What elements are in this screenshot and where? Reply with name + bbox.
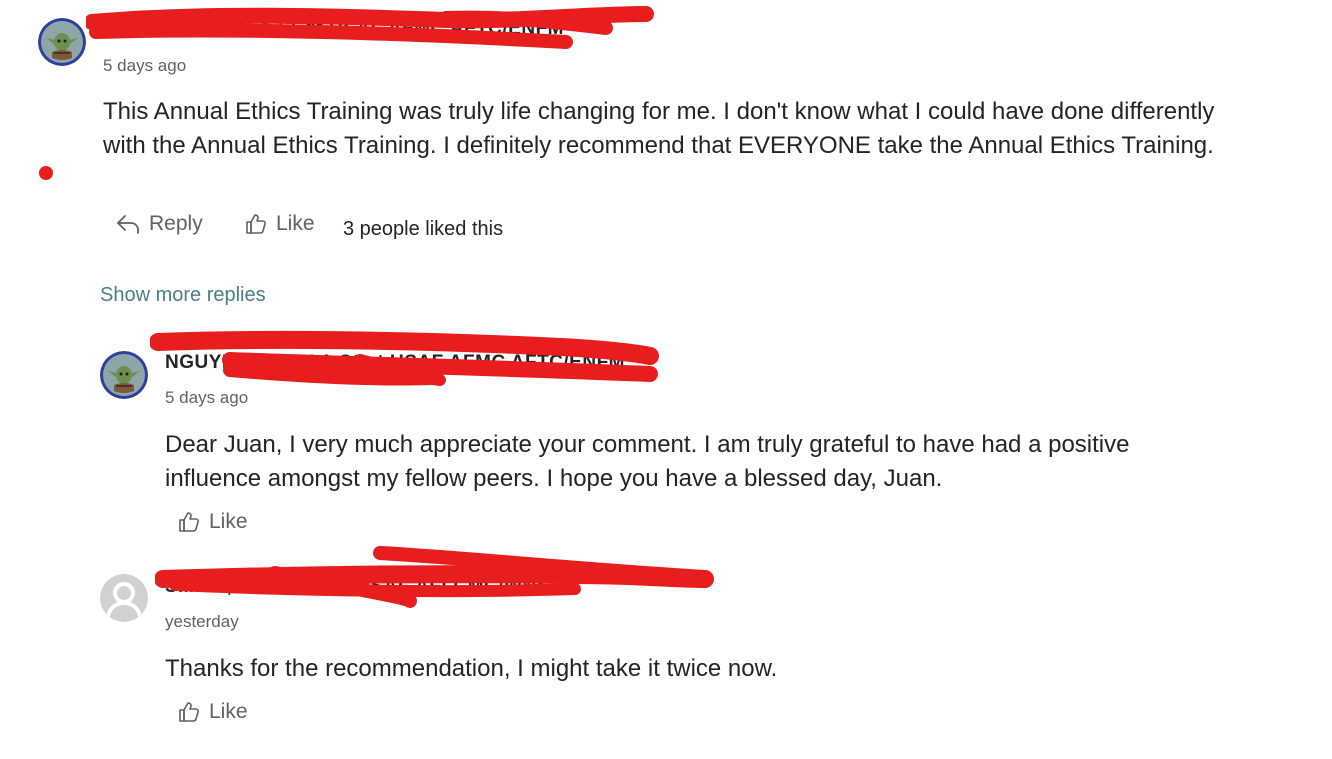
reply-timestamp: yesterday — [165, 612, 239, 631]
like-label: Like — [276, 212, 315, 235]
yoda-avatar-icon — [38, 18, 86, 66]
unread-indicator — [39, 166, 53, 180]
like-button[interactable]: Like — [177, 510, 248, 534]
reply-timestamp: 5 days ago — [165, 388, 249, 407]
like-label: Like — [209, 510, 248, 533]
thumbs-up-icon — [179, 702, 199, 722]
reply-author[interactable]: NGUYEN, JUAN A SSgt USAF AFMC AFTC/ENFM — [165, 352, 625, 374]
thumbs-up-icon — [179, 512, 199, 532]
yoda-avatar-icon — [100, 351, 148, 399]
comment-body: This Annual Ethics Training was truly li… — [103, 98, 1215, 159]
thumbs-up-icon — [246, 214, 266, 234]
comment-timestamp: 5 days ago — [103, 56, 187, 75]
like-button[interactable]: Like — [244, 212, 315, 236]
reply-body: Thanks for the recommendation, I might t… — [165, 655, 778, 682]
avatar[interactable] — [100, 351, 148, 399]
default-person-icon — [100, 574, 148, 622]
reply-button[interactable]: Reply — [115, 212, 203, 236]
comment-author[interactable]: NGUYEN, JUAN A SSgt USAF AFMC AFTC/ENFM — [104, 18, 564, 40]
avatar[interactable] — [100, 574, 148, 622]
like-button[interactable]: Like — [177, 700, 248, 724]
reply-label: Reply — [149, 212, 203, 235]
avatar[interactable] — [38, 18, 86, 66]
like-label: Like — [209, 700, 248, 723]
reply-author[interactable]: SMITH, JOHN A CIV USAF AFLCMC/WNS — [165, 576, 550, 598]
reply-icon — [117, 215, 139, 234]
reply-body: Dear Juan, I very much appreciate your c… — [165, 431, 1130, 492]
show-more-replies-link[interactable]: Show more replies — [100, 284, 266, 307]
like-count[interactable]: 3 people liked this — [343, 218, 503, 241]
